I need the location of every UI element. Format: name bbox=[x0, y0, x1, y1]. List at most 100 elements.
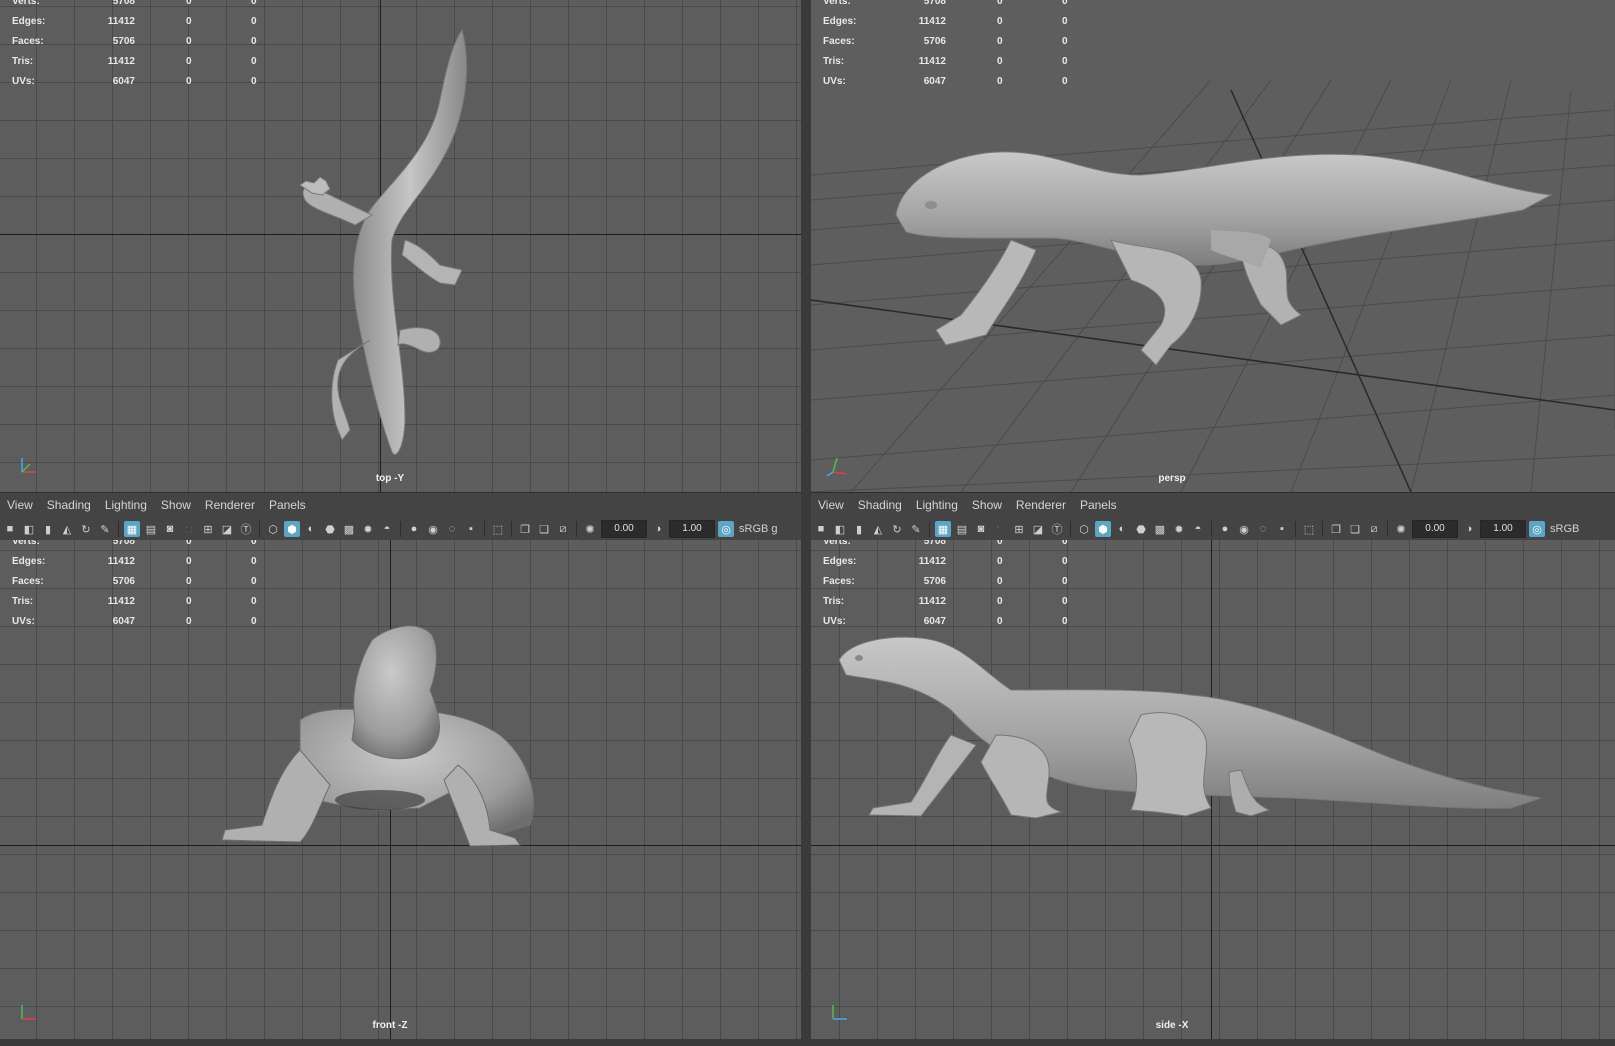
pencil-icon[interactable]: ✎ bbox=[908, 521, 924, 537]
gamma-icon[interactable]: ◑ bbox=[650, 521, 666, 537]
xray-joints-icon[interactable]: ❏ bbox=[536, 521, 552, 537]
motion-blur-icon[interactable]: ◉ bbox=[425, 521, 441, 537]
exposure-field[interactable]: 0.00 bbox=[1412, 520, 1458, 538]
safe-action-icon[interactable]: ◪ bbox=[1030, 521, 1046, 537]
rotate-icon[interactable]: ↻ bbox=[889, 521, 905, 537]
axis-gizmo-icon bbox=[826, 457, 848, 477]
shadow-icon[interactable]: ◓ bbox=[1190, 521, 1206, 537]
lizard-model-persp[interactable] bbox=[811, 0, 1615, 492]
exposure-icon[interactable]: ✺ bbox=[1393, 521, 1409, 537]
camera-icon[interactable]: ■ bbox=[813, 521, 829, 537]
textured-icon[interactable]: ▩ bbox=[341, 521, 357, 537]
camera-attr-icon[interactable]: ◧ bbox=[21, 521, 37, 537]
light-icon[interactable]: ✹ bbox=[1171, 521, 1187, 537]
viewport-front[interactable]: Verts: 5708 0 0 Edges: 11412 0 0 Faces: 5706 0 0 … bbox=[0, 540, 801, 1039]
menu-view[interactable]: View bbox=[0, 498, 40, 512]
bottom-border bbox=[0, 1039, 1615, 1046]
panel-toolbar-right: View Shading Lighting Show Renderer Pane… bbox=[811, 492, 1615, 541]
ambient-occlusion-icon[interactable]: ● bbox=[1217, 521, 1233, 537]
view-transform-label[interactable]: sRGB bbox=[1548, 523, 1579, 535]
xray-components-icon[interactable]: ⧄ bbox=[1366, 521, 1382, 537]
safe-action-icon[interactable]: ◪ bbox=[219, 521, 235, 537]
wireframe-icon[interactable]: ⬡ bbox=[265, 521, 281, 537]
axis-gizmo-icon bbox=[21, 458, 36, 473]
pencil-icon[interactable]: ✎ bbox=[97, 521, 113, 537]
lizard-model-top[interactable] bbox=[0, 0, 801, 492]
menu-lighting[interactable]: Lighting bbox=[98, 498, 154, 512]
menu-panels[interactable]: Panels bbox=[1073, 498, 1124, 512]
safe-title-icon[interactable]: Ⓣ bbox=[238, 521, 254, 537]
menu-renderer[interactable]: Renderer bbox=[198, 498, 262, 512]
camera-label-side: side -X bbox=[1155, 1020, 1189, 1031]
menu-view[interactable]: View bbox=[811, 498, 851, 512]
field-chart-icon[interactable]: ⊞ bbox=[200, 521, 216, 537]
smooth-shade-icon[interactable]: ⬢ bbox=[284, 521, 300, 537]
menu-shading[interactable]: Shading bbox=[40, 498, 98, 512]
xray-icon[interactable]: ❐ bbox=[1328, 521, 1344, 537]
depth-of-field-icon[interactable]: ▪ bbox=[463, 521, 479, 537]
resolution-gate-icon[interactable]: ◙ bbox=[973, 521, 989, 537]
grid-icon[interactable]: ▦ bbox=[935, 521, 951, 537]
depth-of-field-icon[interactable]: ▪ bbox=[1274, 521, 1290, 537]
color-management-icon[interactable]: ◎ bbox=[718, 521, 734, 537]
safe-title-icon[interactable]: Ⓣ bbox=[1049, 521, 1065, 537]
gamma-field[interactable]: 1.00 bbox=[669, 520, 715, 538]
menu-show[interactable]: Show bbox=[154, 498, 198, 512]
gate-mask-icon[interactable]: ◾ bbox=[992, 521, 1008, 537]
grid-icon[interactable]: ▦ bbox=[124, 521, 140, 537]
textured-icon[interactable]: ▩ bbox=[1152, 521, 1168, 537]
menu-show[interactable]: Show bbox=[965, 498, 1009, 512]
menu-shading[interactable]: Shading bbox=[851, 498, 909, 512]
view-transform-label[interactable]: sRGB g bbox=[737, 523, 778, 535]
axis-gizmo-icon bbox=[21, 1005, 36, 1020]
image-plane-icon[interactable]: ◭ bbox=[59, 521, 75, 537]
film-gate-icon[interactable]: ▤ bbox=[143, 521, 159, 537]
anti-alias-icon[interactable]: ◌ bbox=[444, 521, 460, 537]
ambient-occlusion-icon[interactable]: ● bbox=[406, 521, 422, 537]
gamma-icon[interactable]: ◑ bbox=[1461, 521, 1477, 537]
menu-lighting[interactable]: Lighting bbox=[909, 498, 965, 512]
panel-icon-bar: ■ ◧ ▮ ◭ ↻ ✎ ▦ ▤ ◙ ◾ ⊞ ◪ Ⓣ ⬡ ⬢ ◐ ⬣ ▩ ✹ ◓ … bbox=[811, 517, 1615, 541]
lizard-model-side[interactable] bbox=[811, 540, 1615, 1039]
viewport-persp[interactable]: Verts: 5708 0 0 Edges: 11412 0 0 Faces: 5706 0 0 … bbox=[811, 0, 1615, 492]
film-gate-icon[interactable]: ▤ bbox=[954, 521, 970, 537]
camera-label-persp: persp bbox=[1158, 473, 1186, 484]
menu-panels[interactable]: Panels bbox=[262, 498, 313, 512]
resolution-gate-icon[interactable]: ◙ bbox=[162, 521, 178, 537]
viewport-top[interactable]: Verts: 5708 0 0 Edges: 11412 0 0 Faces: 5706 0 0 … bbox=[0, 0, 801, 492]
isolate-icon[interactable]: ⬚ bbox=[1301, 521, 1317, 537]
panel-menu: View Shading Lighting Show Renderer Pane… bbox=[811, 493, 1615, 517]
panel-splitter-vertical[interactable] bbox=[801, 0, 811, 1046]
motion-blur-icon[interactable]: ◉ bbox=[1236, 521, 1252, 537]
default-material-icon[interactable]: ◐ bbox=[1114, 521, 1130, 537]
wireframe-on-shaded-icon[interactable]: ⬣ bbox=[322, 521, 338, 537]
viewport-side[interactable]: Verts: 5708 0 0 Edges: 11412 0 0 Faces: 5706 0 0 … bbox=[811, 540, 1615, 1039]
wireframe-on-shaded-icon[interactable]: ⬣ bbox=[1133, 521, 1149, 537]
default-material-icon[interactable]: ◐ bbox=[303, 521, 319, 537]
xray-icon[interactable]: ❐ bbox=[517, 521, 533, 537]
gamma-field[interactable]: 1.00 bbox=[1480, 520, 1526, 538]
axis-gizmo-icon bbox=[832, 1005, 847, 1020]
color-management-icon[interactable]: ◎ bbox=[1529, 521, 1545, 537]
rotate-icon[interactable]: ↻ bbox=[78, 521, 94, 537]
panel-toolbar-left: View Shading Lighting Show Renderer Pane… bbox=[0, 492, 801, 541]
camera-attr-icon[interactable]: ◧ bbox=[832, 521, 848, 537]
camera-icon[interactable]: ■ bbox=[2, 521, 18, 537]
field-chart-icon[interactable]: ⊞ bbox=[1011, 521, 1027, 537]
bookmark-icon[interactable]: ▮ bbox=[851, 521, 867, 537]
bookmark-icon[interactable]: ▮ bbox=[40, 521, 56, 537]
isolate-icon[interactable]: ⬚ bbox=[490, 521, 506, 537]
menu-renderer[interactable]: Renderer bbox=[1009, 498, 1073, 512]
image-plane-icon[interactable]: ◭ bbox=[870, 521, 886, 537]
gate-mask-icon[interactable]: ◾ bbox=[181, 521, 197, 537]
anti-alias-icon[interactable]: ◌ bbox=[1255, 521, 1271, 537]
light-icon[interactable]: ✹ bbox=[360, 521, 376, 537]
wireframe-icon[interactable]: ⬡ bbox=[1076, 521, 1092, 537]
smooth-shade-icon[interactable]: ⬢ bbox=[1095, 521, 1111, 537]
xray-components-icon[interactable]: ⧄ bbox=[555, 521, 571, 537]
shadow-icon[interactable]: ◓ bbox=[379, 521, 395, 537]
exposure-field[interactable]: 0.00 bbox=[601, 520, 647, 538]
lizard-model-front[interactable] bbox=[0, 540, 801, 1039]
xray-joints-icon[interactable]: ❏ bbox=[1347, 521, 1363, 537]
exposure-icon[interactable]: ✺ bbox=[582, 521, 598, 537]
